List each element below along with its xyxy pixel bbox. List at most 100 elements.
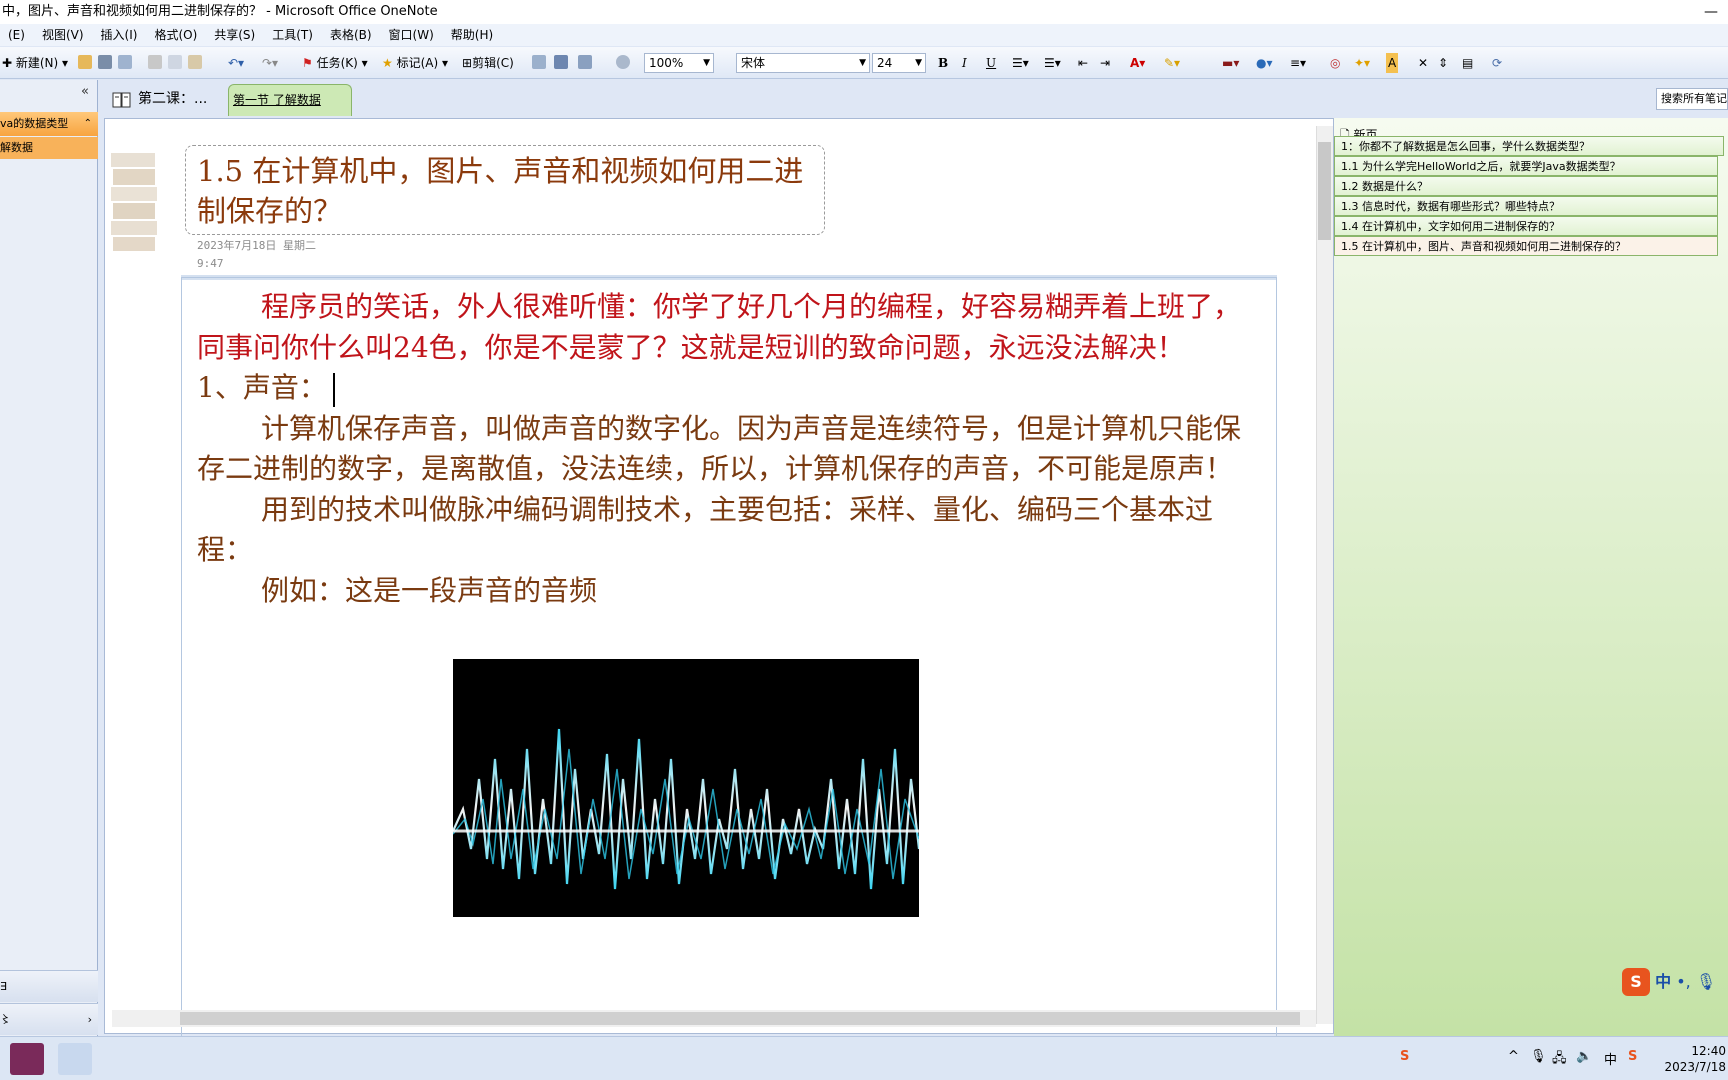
underline-button[interactable]: U: [986, 53, 996, 73]
convert-icon[interactable]: ⟳: [1492, 53, 1502, 73]
size-combo[interactable]: 24 ▼: [872, 53, 926, 73]
mail-icon[interactable]: [78, 55, 92, 69]
line-color-icon[interactable]: ▬▾: [1222, 53, 1239, 73]
line-weight-icon[interactable]: ≡▾: [1290, 53, 1306, 73]
microphone-tray-icon[interactable]: 🎙: [1530, 1049, 1547, 1064]
audio-waveform-image[interactable]: [453, 659, 919, 917]
horizontal-scroll-thumb[interactable]: [180, 1012, 1300, 1025]
onenote-taskbar-icon[interactable]: [10, 1043, 44, 1075]
bullets-icon[interactable]: ☰▾: [1012, 53, 1029, 73]
menu-insert[interactable]: 插入(I): [93, 24, 147, 46]
paragraph-pcm[interactable]: 用到的技术叫做脉冲编码调制技术，主要包括：采样、量化、编码三个基本过程：: [197, 490, 1261, 571]
search-input[interactable]: 搜索所有笔记本: [1656, 88, 1728, 110]
paragraph-digitize[interactable]: 计算机保存声音，叫做声音的数字化。因为声音是连续符号，但是计算机只能保存二进制的…: [197, 409, 1261, 490]
clip-button[interactable]: ⊞剪辑(C): [462, 53, 514, 73]
sogou-tray-icon[interactable]: S: [1400, 1049, 1409, 1064]
sogou-tray-icon-2[interactable]: S: [1628, 1049, 1637, 1064]
show-hidden-icon[interactable]: ^: [1508, 1049, 1519, 1064]
fill-color-icon[interactable]: ●▾: [1256, 53, 1273, 73]
note-content[interactable]: 程序员的笑话，外人很难听懂：你学了好几个月的编程，好容易糊弄着上班了，同事问你什…: [197, 287, 1261, 611]
redo-icon[interactable]: ↷▾: [262, 53, 278, 73]
cut-icon[interactable]: [148, 55, 162, 69]
type-mode-icon[interactable]: A: [1386, 53, 1399, 73]
undo-icon[interactable]: ↶▾: [228, 53, 244, 73]
menu-share[interactable]: 共享(S): [206, 24, 264, 46]
task-label: 任务(K): [316, 56, 358, 70]
network-icon[interactable]: 🖧: [1552, 1049, 1567, 1071]
space-icon[interactable]: ⇕: [1438, 53, 1448, 73]
page-tab-1-2[interactable]: 1.2 数据是什么？: [1334, 176, 1718, 196]
lasso-icon[interactable]: ◎: [1330, 53, 1340, 73]
table-icon[interactable]: [532, 55, 546, 69]
vertical-scrollbar[interactable]: [1316, 126, 1333, 1024]
numbering-icon[interactable]: ☰▾: [1044, 53, 1061, 73]
onenote-window: 中，图片、声音和视频如何用二进制保存的？ - Microsoft Office …: [0, 0, 1728, 1080]
bold-button[interactable]: B: [938, 53, 948, 73]
window-title: 中，图片、声音和视频如何用二进制保存的？ - Microsoft Office …: [2, 4, 438, 19]
tab-active-section[interactable]: 第一节 了解数据: [228, 84, 352, 116]
menu-tools[interactable]: 工具(T): [264, 24, 322, 46]
copy-icon[interactable]: [168, 55, 182, 69]
highlight-icon[interactable]: ✎▾: [1164, 53, 1180, 73]
menu-edit[interactable]: (E): [0, 24, 34, 46]
clock-time: 12:40: [1691, 1044, 1726, 1058]
menu-format[interactable]: 格式(O): [146, 24, 206, 46]
task-button[interactable]: ⚑ 任务(K) ▾: [302, 53, 368, 73]
ime-mode[interactable]: 中: [1655, 972, 1671, 991]
font-combo[interactable]: 宋体 ▼: [736, 53, 870, 73]
list-icon[interactable]: ▤: [1462, 53, 1473, 73]
record-icon[interactable]: [616, 55, 630, 69]
tab-section-group[interactable]: 第二课：...: [106, 84, 207, 114]
research-icon[interactable]: [554, 55, 568, 69]
indent-icon[interactable]: ⇥: [1100, 53, 1110, 73]
page-tab-1-4[interactable]: 1.4 在计算机中，文字如何用二进制保存的？: [1334, 216, 1718, 236]
vertical-scroll-thumb[interactable]: [1318, 142, 1331, 240]
clip-label: 剪辑(C): [472, 56, 514, 70]
volume-icon[interactable]: 🔈: [1576, 1049, 1592, 1064]
ime-punct[interactable]: •,: [1676, 972, 1691, 991]
chevron-right-icon: ›: [87, 1013, 92, 1026]
tag-button[interactable]: ★ 标记(A) ▾: [382, 53, 448, 73]
font-color-icon[interactable]: A▾: [1130, 53, 1145, 73]
menu-bar: (E) 视图(V) 插入(I) 格式(O) 共享(S) 工具(T) 表格(B) …: [0, 24, 1728, 46]
page-title[interactable]: 1.5 在计算机中，图片、声音和视频如何用二进制保存的？: [197, 151, 817, 231]
italic-button[interactable]: I: [962, 53, 967, 73]
preview-icon[interactable]: [118, 55, 132, 69]
outdent-icon[interactable]: ⇤: [1078, 53, 1088, 73]
nav-bottom-item-2[interactable]: 〻 ›: [0, 1003, 98, 1035]
paragraph-joke[interactable]: 程序员的笑话，外人很难听懂：你学了好几个月的编程，好容易糊弄着上班了，同事问你什…: [197, 287, 1261, 368]
taskbar: S ^ 🎙 🖧 🔈 中 S 12:40 2023/7/18: [0, 1036, 1728, 1080]
new-button[interactable]: ✚ 新建(N) ▾: [2, 53, 68, 73]
page-tab-1-1[interactable]: 1.1 为什么学完HelloWorld之后，就要学Java数据类型？: [1334, 156, 1718, 176]
minimize-icon[interactable]: —: [1704, 0, 1718, 24]
size-value: 24: [877, 56, 893, 70]
page-canvas[interactable]: 1.5 在计算机中，图片、声音和视频如何用二进制保存的？ 2023年7月18日 …: [104, 118, 1334, 1037]
chevron-up-icon: ⌃: [83, 118, 92, 129]
page-tab-1[interactable]: 1：你都不了解数据是怎么回事，学什么数据类型？: [1334, 136, 1724, 156]
pen-icon[interactable]: [578, 55, 592, 69]
clock[interactable]: 12:40 2023/7/18: [1664, 1043, 1726, 1075]
delete-icon[interactable]: ✕: [1418, 53, 1428, 73]
section-item[interactable]: 解数据: [0, 137, 98, 159]
nav-bottom-item-1[interactable]: ∃: [0, 970, 98, 1002]
ime-toolbar[interactable]: S 中 •, 🎙: [1622, 968, 1726, 1002]
section-group-label: 第二课：...: [138, 91, 208, 107]
notebook-item[interactable]: va的数据类型 ⌃: [0, 112, 98, 136]
paste-icon[interactable]: [188, 55, 202, 69]
zoom-combo[interactable]: 100% ▼: [644, 53, 714, 73]
paragraph-example[interactable]: 例如：这是一段声音的音频: [197, 571, 1261, 612]
menu-view[interactable]: 视图(V): [34, 24, 93, 46]
menu-table[interactable]: 表格(B): [322, 24, 381, 46]
page-tab-1-3[interactable]: 1.3 信息时代，数据有哪些形式？哪些特点？: [1334, 196, 1718, 216]
print-icon[interactable]: [98, 55, 112, 69]
heading-sound[interactable]: 1、声音：: [197, 368, 1261, 409]
collapse-icon[interactable]: «: [81, 84, 89, 99]
menu-help[interactable]: 帮助(H): [443, 24, 502, 46]
menu-window[interactable]: 窗口(W): [381, 24, 443, 46]
eraser-icon[interactable]: ✦▾: [1354, 53, 1370, 73]
input-lang-indicator[interactable]: 中: [1604, 1049, 1617, 1068]
microphone-icon[interactable]: 🎙: [1696, 972, 1716, 991]
paint-taskbar-icon[interactable]: [58, 1043, 92, 1075]
page-tab-1-5[interactable]: 1.5 在计算机中，图片、声音和视频如何用二进制保存的？: [1334, 236, 1718, 256]
tag-label: 标记(A): [396, 56, 439, 70]
